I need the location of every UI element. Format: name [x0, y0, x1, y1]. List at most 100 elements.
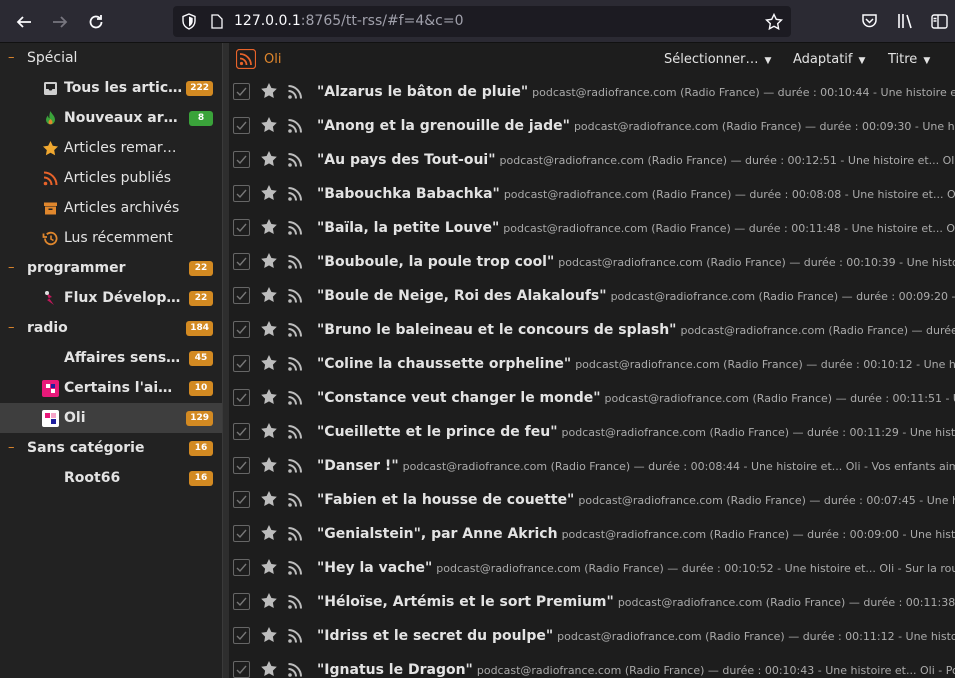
collapse-toggle-icon[interactable]: –	[8, 440, 15, 455]
view-mode-dropdown[interactable]: Adaptatif ▼	[793, 52, 865, 67]
headline-title[interactable]: "Bouboule, la poule trop cool"	[317, 254, 554, 270]
star-icon[interactable]	[260, 184, 278, 202]
star-icon[interactable]	[260, 456, 278, 474]
headline-text[interactable]: "Ignatus le Dragon" podcast@radiofrance.c…	[317, 662, 955, 678]
feed-affaires-sensibles[interactable]: Affaires sensibles 45	[0, 343, 222, 373]
rss-icon[interactable]	[287, 118, 303, 134]
headline-text[interactable]: "Constance veut changer le monde" podcast…	[317, 390, 955, 406]
star-icon[interactable]	[260, 320, 278, 338]
select-checkbox[interactable]	[233, 457, 250, 474]
category-uncategorized[interactable]: – Sans catégorie 16	[0, 433, 222, 463]
headline-text[interactable]: "Babouchka Babachka" podcast@radiofrance.…	[317, 186, 955, 202]
collapse-toggle-icon[interactable]: –	[8, 50, 15, 65]
headline-title[interactable]: "Idriss et le secret du poulpe"	[317, 628, 553, 644]
rss-icon[interactable]	[287, 594, 303, 610]
select-checkbox[interactable]	[233, 355, 250, 372]
headline-row[interactable]: "Hey la vache" podcast@radiofrance.com (R…	[229, 551, 955, 585]
headline-text[interactable]: "Baïla, la petite Louve" podcast@radiofra…	[317, 220, 955, 236]
star-icon[interactable]	[260, 490, 278, 508]
rss-icon[interactable]	[287, 526, 303, 542]
rss-icon[interactable]	[287, 560, 303, 576]
select-checkbox[interactable]	[233, 151, 250, 168]
library-icon[interactable]	[897, 13, 915, 29]
headline-text[interactable]: "Cueillette et le prince de feu" podcast@…	[317, 424, 955, 440]
sort-dropdown[interactable]: Titre ▼	[888, 52, 930, 67]
headline-title[interactable]: "Constance veut changer le monde"	[317, 390, 601, 406]
rss-icon[interactable]	[287, 288, 303, 304]
headline-row[interactable]: "Boule de Neige, Roi des Alakaloufs" podc…	[229, 279, 955, 313]
sidebar-toggle-icon[interactable]	[931, 14, 948, 29]
star-icon[interactable]	[260, 286, 278, 304]
star-icon[interactable]	[260, 660, 278, 678]
rss-icon[interactable]	[287, 458, 303, 474]
select-checkbox[interactable]	[233, 423, 250, 440]
feed-archived[interactable]: Articles archivés	[0, 193, 222, 223]
url-bar[interactable]: 127.0.0.1:8765/tt-rss/#f=4&c=0	[173, 6, 791, 37]
category-radio[interactable]: – radio 184	[0, 313, 222, 343]
headline-text[interactable]: "Au pays des Tout-oui" podcast@radiofranc…	[317, 152, 955, 168]
rss-icon[interactable]	[287, 424, 303, 440]
headline-title[interactable]: "Babouchka Babachka"	[317, 186, 500, 202]
feed-oli[interactable]: Oli 129	[0, 403, 222, 433]
star-icon[interactable]	[260, 626, 278, 644]
select-checkbox[interactable]	[233, 321, 250, 338]
feed-certains-l-aiment[interactable]: Certains l'aime… 10	[0, 373, 222, 403]
pane-splitter[interactable]	[222, 43, 229, 678]
feed-new-articles[interactable]: Nouveaux articles 8	[0, 103, 222, 133]
rss-icon[interactable]	[287, 356, 303, 372]
feed-published[interactable]: Articles publiés	[0, 163, 222, 193]
star-icon[interactable]	[260, 592, 278, 610]
headline-title[interactable]: "Boule de Neige, Roi des Alakaloufs"	[317, 288, 607, 304]
select-checkbox[interactable]	[233, 117, 250, 134]
headline-title[interactable]: "Hey la vache"	[317, 560, 432, 576]
feed-all-articles[interactable]: Tous les articles 222	[0, 73, 222, 103]
select-checkbox[interactable]	[233, 219, 250, 236]
rss-icon[interactable]	[287, 322, 303, 338]
star-icon[interactable]	[260, 82, 278, 100]
star-icon[interactable]	[260, 524, 278, 542]
headline-row[interactable]: "Bouboule, la poule trop cool" podcast@ra…	[229, 245, 955, 279]
headline-title[interactable]: "Héloïse, Artémis et le sort Premium"	[317, 594, 614, 610]
select-dropdown[interactable]: Sélectionner… ▼	[664, 52, 771, 67]
select-checkbox[interactable]	[233, 83, 250, 100]
collapse-toggle-icon[interactable]: –	[8, 320, 15, 335]
headline-row[interactable]: "Bruno le baleineau et le concours de sp…	[229, 313, 955, 347]
headline-row[interactable]: "Genialstein", par Anne Akrich podcast@ra…	[229, 517, 955, 551]
feed-rss-icon[interactable]	[236, 49, 256, 69]
headline-row[interactable]: "Anong et la grenouille de jade" podcast@…	[229, 109, 955, 143]
back-button[interactable]	[10, 8, 38, 36]
rss-icon[interactable]	[287, 84, 303, 100]
forward-button[interactable]	[46, 8, 74, 36]
headline-text[interactable]: "Boule de Neige, Roi des Alakaloufs" podc…	[317, 288, 955, 304]
select-checkbox[interactable]	[233, 253, 250, 270]
select-checkbox[interactable]	[233, 593, 250, 610]
feed-recently-read[interactable]: Lus récemment	[0, 223, 222, 253]
headline-row[interactable]: "Coline la chaussette orpheline" podcast@…	[229, 347, 955, 381]
select-checkbox[interactable]	[233, 185, 250, 202]
headline-text[interactable]: "Danser !" podcast@radiofrance.com (Radio…	[317, 458, 955, 474]
headline-text[interactable]: "Alzarus le bâton de pluie" podcast@radio…	[317, 84, 955, 100]
star-icon[interactable]	[260, 558, 278, 576]
rss-icon[interactable]	[287, 390, 303, 406]
headline-row[interactable]: "Ignatus le Dragon" podcast@radiofrance.c…	[229, 653, 955, 678]
headline-row[interactable]: "Baïla, la petite Louve" podcast@radiofra…	[229, 211, 955, 245]
headline-row[interactable]: "Idriss et le secret du poulpe" podcast@r…	[229, 619, 955, 653]
select-checkbox[interactable]	[233, 491, 250, 508]
rss-icon[interactable]	[287, 628, 303, 644]
rss-icon[interactable]	[287, 662, 303, 678]
headline-text[interactable]: "Idriss et le secret du poulpe" podcast@r…	[317, 628, 955, 644]
select-checkbox[interactable]	[233, 389, 250, 406]
headline-row[interactable]: "Constance veut changer le monde" podcast…	[229, 381, 955, 415]
star-icon[interactable]	[260, 218, 278, 236]
bookmark-star-icon[interactable]	[765, 13, 783, 31]
headline-title[interactable]: "Bruno le baleineau et le concours de sp…	[317, 322, 676, 338]
headline-text[interactable]: "Fabien et la housse de couette" podcast@…	[317, 492, 955, 508]
rss-icon[interactable]	[287, 152, 303, 168]
headline-title[interactable]: "Anong et la grenouille de jade"	[317, 118, 570, 134]
headline-row[interactable]: "Danser !" podcast@radiofrance.com (Radio…	[229, 449, 955, 483]
headline-title[interactable]: "Coline la chaussette orpheline"	[317, 356, 571, 372]
rss-icon[interactable]	[287, 492, 303, 508]
headline-title[interactable]: "Danser !"	[317, 458, 399, 474]
headline-title[interactable]: "Genialstein", par Anne Akrich	[317, 526, 558, 542]
rss-icon[interactable]	[287, 254, 303, 270]
